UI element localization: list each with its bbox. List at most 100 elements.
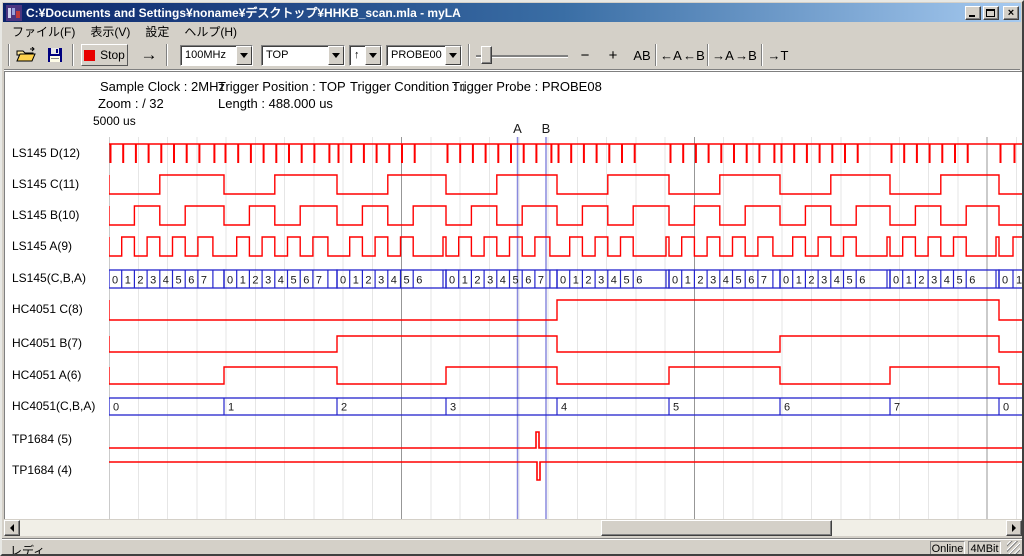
bus-value-label: 1: [573, 275, 579, 287]
bus-value-label: 3: [487, 275, 493, 287]
bus-value-label: 6: [636, 275, 642, 287]
save-button[interactable]: [42, 44, 68, 66]
bus-value-label: 6: [784, 402, 790, 414]
bus-value-label: 0: [1003, 402, 1009, 414]
channel-label: HC4051(C,B,A): [12, 399, 95, 413]
trace-hc4051-a: [109, 367, 1024, 384]
bus-value-label: 4: [561, 402, 567, 414]
bus-value-label: 7: [761, 275, 767, 287]
trigger-probe-value: PROBE00: [387, 46, 445, 65]
waveform-plot[interactable]: 0123456701234567012345601234567012345601…: [109, 115, 1024, 519]
bus-value-label: 0: [893, 275, 899, 287]
bus-value-label: 3: [710, 275, 716, 287]
bus-value-label: 1: [125, 275, 131, 287]
channel-label: LS145 A(9): [12, 239, 72, 253]
goto-trigger-button[interactable]: →T: [765, 44, 791, 66]
bus-value-label: 5: [847, 275, 853, 287]
chevron-down-icon: [369, 53, 377, 62]
bus-value-label: 6: [188, 275, 194, 287]
bus-value-label: 0: [340, 275, 346, 287]
channel-label: TP1684 (5): [12, 432, 72, 446]
trace-ls145-c: [109, 175, 1024, 194]
app-window: C:¥Documents and Settings¥noname¥デスクトップ¥…: [0, 0, 1024, 556]
zoom-in-button[interactable]: +: [602, 44, 624, 66]
bus-value-label: 3: [450, 402, 456, 414]
scrollbar-thumb[interactable]: [601, 520, 832, 536]
bus-value-label: 4: [391, 275, 397, 287]
goto-cursor-a-right-button[interactable]: →A: [711, 44, 735, 66]
bus-value-label: 0: [560, 275, 566, 287]
status-message: レディ: [10, 542, 45, 556]
zoom-out-button[interactable]: −: [574, 44, 596, 66]
chevron-down-icon: [449, 53, 457, 62]
bus-value-label: 6: [303, 275, 309, 287]
combo-dropdown-button[interactable]: [445, 46, 461, 65]
bus-value-label: 2: [808, 275, 814, 287]
stop-icon: [84, 50, 95, 61]
trace-ls145-a: [109, 237, 1024, 256]
open-file-button[interactable]: [13, 44, 39, 66]
resize-grip[interactable]: [1007, 541, 1020, 554]
memory-size-badge: 4MBit: [968, 541, 1001, 556]
combo-dropdown-button[interactable]: [328, 46, 344, 65]
minimize-button[interactable]: [965, 6, 981, 20]
cursor-label-a: A: [513, 121, 522, 136]
scroll-left-button[interactable]: [4, 520, 20, 536]
sample-clock-info: Sample Clock : 2MHz: [100, 79, 225, 94]
zoom-info: Zoom : / 32: [98, 96, 164, 111]
bus-value-label: 6: [416, 275, 422, 287]
bus-value-label: 0: [227, 275, 233, 287]
maximize-button[interactable]: [983, 6, 999, 20]
bus-value-label: 2: [474, 275, 480, 287]
zoom-slider-thumb[interactable]: [481, 46, 492, 64]
bus-value-label: 3: [821, 275, 827, 287]
toolbar-separator: [166, 44, 168, 66]
status-bar: レディ Online 4MBit: [2, 538, 1022, 556]
open-folder-icon: [16, 47, 36, 63]
scroll-right-button[interactable]: [1006, 520, 1022, 536]
bus-value-label: 1: [796, 275, 802, 287]
channel-label: LS145 D(12): [12, 146, 80, 160]
bus-value-label: 3: [598, 275, 604, 287]
toolbar-separator: [655, 44, 657, 66]
close-button[interactable]: ×: [1003, 6, 1019, 20]
sample-clock-combo[interactable]: 100MHz: [180, 45, 253, 66]
channel-label: LS145(C,B,A): [12, 271, 86, 285]
length-info: Length : 488.000 us: [218, 96, 333, 111]
maximize-icon: [986, 9, 995, 17]
minimize-icon: [969, 15, 975, 17]
bus-value-label: 1: [240, 275, 246, 287]
stop-button[interactable]: Stop: [81, 44, 128, 66]
run-button[interactable]: →: [135, 44, 163, 66]
bus-value-label: 3: [265, 275, 271, 287]
menu-settings[interactable]: 設定: [145, 23, 169, 40]
bus-value-label: 1: [353, 275, 359, 287]
bus-value-label: 0: [113, 402, 119, 414]
bus-value-label: 5: [624, 275, 630, 287]
trigger-probe-combo[interactable]: PROBE00: [386, 45, 462, 66]
bus-value-label: 7: [894, 402, 900, 414]
bus-value-label: 3: [378, 275, 384, 287]
toolbar-separator: [761, 44, 763, 66]
goto-cursor-a-left-button[interactable]: ←A: [659, 44, 683, 66]
zoom-ab-button[interactable]: AB: [628, 44, 656, 66]
goto-cursor-b-left-button[interactable]: ←B: [682, 44, 706, 66]
trigger-position-combo[interactable]: TOP: [261, 45, 345, 66]
combo-dropdown-button[interactable]: [365, 46, 381, 65]
combo-dropdown-button[interactable]: [236, 46, 252, 65]
bus-value-label: 0: [449, 275, 455, 287]
menu-help[interactable]: ヘルプ(H): [184, 23, 237, 40]
trigger-edge-combo[interactable]: ↑: [349, 45, 382, 66]
bus-value-label: 2: [341, 402, 347, 414]
chevron-down-icon: [332, 53, 340, 62]
bus-value-label: 6: [748, 275, 754, 287]
trace-hc4051-b: [109, 336, 1024, 352]
horizontal-scrollbar[interactable]: [4, 520, 1022, 536]
title-bar[interactable]: C:¥Documents and Settings¥noname¥デスクトップ¥…: [3, 3, 1021, 22]
goto-cursor-b-right-button[interactable]: →B: [734, 44, 758, 66]
menu-file[interactable]: ファイル(F): [12, 23, 75, 40]
bus-value-label: 5: [404, 275, 410, 287]
toolbar: Stop → 100MHz TOP ↑ PROBE00 − + AB ←A: [4, 41, 1020, 70]
bus-value-label: 2: [918, 275, 924, 287]
menu-view[interactable]: 表示(V): [90, 23, 130, 40]
